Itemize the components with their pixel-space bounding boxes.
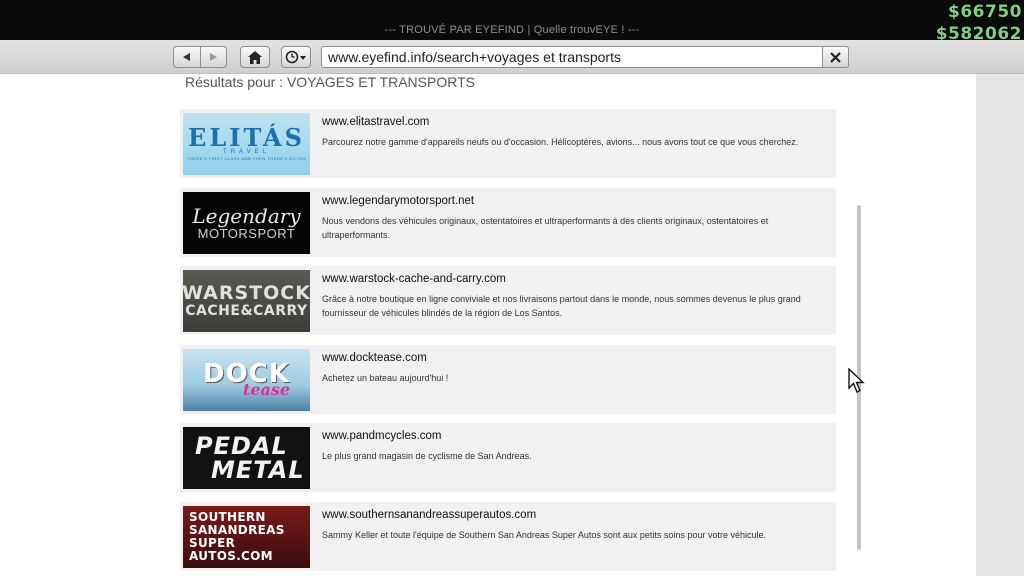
result-url[interactable]: www.southernsanandreassuperautos.com <box>322 509 536 521</box>
nav-buttons <box>173 46 227 68</box>
result-item[interactable]: PEDAL METAL www.pandmcycles.com Le plus … <box>180 423 836 492</box>
results-heading: Résultats pour : VOYAGES ET TRANSPORTS <box>185 74 475 90</box>
back-button[interactable] <box>174 47 200 67</box>
side-margin <box>976 74 1024 576</box>
home-icon <box>248 50 262 64</box>
result-url[interactable]: www.pandmcycles.com <box>322 430 442 442</box>
result-url[interactable]: www.elitastravel.com <box>322 116 429 128</box>
title-bar: --- TROUVÉ PAR EYEFIND | Quelle trouvEYE… <box>0 0 1024 44</box>
result-url[interactable]: www.docktease.com <box>322 352 427 364</box>
result-item[interactable]: ELITÁS TRAVEL THERE'S FIRST CLASS AND TH… <box>180 109 836 178</box>
result-description: Le plus grand magasin de cyclisme de San… <box>322 451 532 461</box>
clock-dropdown-icon <box>285 50 306 64</box>
result-description: Achetez un bateau aujourd'hui ! <box>322 373 449 383</box>
result-description: Sammy Keller et toute l'équipe de Southe… <box>322 530 766 540</box>
result-item[interactable]: SOUTHERN SANANDREAS SUPER AUTOS.COM www.… <box>180 502 836 571</box>
result-description: Nous vendons des véhicules originaux, os… <box>322 216 769 240</box>
page-content: Résultats pour : VOYAGES ET TRANSPORTS E… <box>0 74 976 576</box>
forward-button[interactable] <box>199 47 227 67</box>
close-x-icon <box>830 51 841 63</box>
docktease-logo[interactable]: DOCK tease <box>183 349 310 411</box>
result-item[interactable]: DOCK tease www.docktease.com Achetez un … <box>180 345 836 414</box>
warstock-logo[interactable]: WARSTOCK CACHE&CARRY <box>183 270 310 332</box>
result-description: Parcourez notre gamme d'appareils neufs … <box>322 137 799 147</box>
southern-sa-logo[interactable]: SOUTHERN SANANDREAS SUPER AUTOS.COM <box>183 506 310 568</box>
window-title: --- TROUVÉ PAR EYEFIND | Quelle trouvEYE… <box>384 24 640 36</box>
triangle-right-icon <box>210 53 218 61</box>
close-button[interactable] <box>822 46 849 68</box>
browser-toolbar: www.eyefind.info/search+voyages et trans… <box>0 40 1024 74</box>
result-url[interactable]: www.legendarymotorsport.net <box>322 195 474 207</box>
elitas-logo[interactable]: ELITÁS TRAVEL THERE'S FIRST CLASS AND TH… <box>183 113 310 175</box>
triangle-left-icon <box>182 53 190 61</box>
mouse-cursor-icon <box>848 368 865 393</box>
pedal-metal-logo[interactable]: PEDAL METAL <box>183 427 310 489</box>
cash-amount: $66750 <box>948 2 1022 22</box>
result-url[interactable]: www.warstock-cache-and-carry.com <box>322 273 506 285</box>
address-bar[interactable]: www.eyefind.info/search+voyages et trans… <box>321 46 849 68</box>
home-button[interactable] <box>240 46 270 68</box>
result-item[interactable]: Legendary MOTORSPORT www.legendarymotors… <box>180 188 836 257</box>
result-item[interactable]: WARSTOCK CACHE&CARRY www.warstock-cache-… <box>180 266 836 335</box>
history-button[interactable] <box>281 46 311 68</box>
legendary-logo[interactable]: Legendary MOTORSPORT <box>183 192 310 254</box>
result-description: Grâce à notre boutique en ligne convivia… <box>322 294 801 318</box>
